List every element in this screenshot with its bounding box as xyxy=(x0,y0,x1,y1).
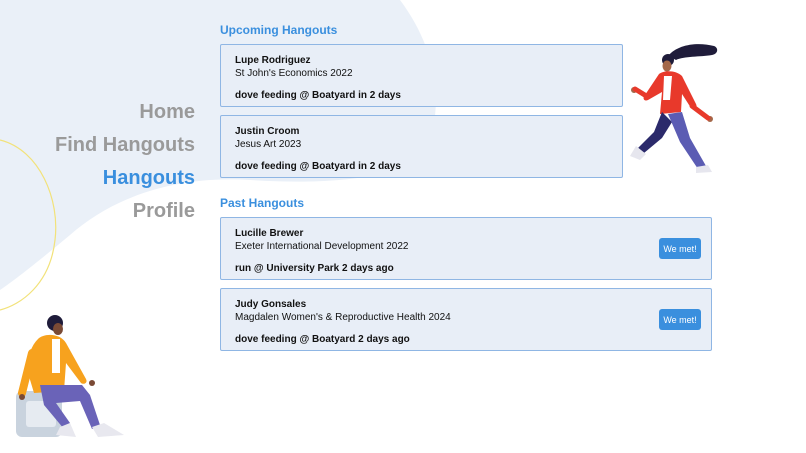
hangout-event: dove feeding @ Boatyard 2 days ago xyxy=(235,334,410,345)
hangout-person-name: Lucille Brewer xyxy=(235,228,304,239)
nav-item-profile[interactable]: Profile xyxy=(55,195,195,228)
hangout-person-course: Jesus Art 2023 xyxy=(235,139,302,150)
upcoming-hangouts-title: Upcoming Hangouts xyxy=(220,23,338,37)
running-person-illustration xyxy=(630,44,718,173)
hangout-card: Lucille Brewer Exeter International Deve… xyxy=(220,217,712,280)
we-met-button[interactable]: We met! xyxy=(659,309,701,330)
hangout-person-course: St John's Economics 2022 xyxy=(235,68,353,79)
hangout-person-course: Exeter International Development 2022 xyxy=(235,241,409,252)
hangout-person-name: Lupe Rodriguez xyxy=(235,55,311,66)
hangout-event: dove feeding @ Boatyard in 2 days xyxy=(235,161,401,172)
hangout-card[interactable]: Lupe Rodriguez St John's Economics 2022 … xyxy=(220,44,623,107)
hangout-event: run @ University Park 2 days ago xyxy=(235,263,394,274)
we-met-button[interactable]: We met! xyxy=(659,238,701,259)
nav-item-find-hangouts[interactable]: Find Hangouts xyxy=(55,129,195,162)
hangout-person-name: Justin Croom xyxy=(235,126,300,137)
hangout-person-name: Judy Gonsales xyxy=(235,299,307,310)
hangout-person-course: Magdalen Women's & Reproductive Health 2… xyxy=(235,312,451,323)
past-hangouts-title: Past Hangouts xyxy=(220,196,305,210)
side-nav: Home Find Hangouts Hangouts Profile xyxy=(55,96,195,228)
hangout-event: dove feeding @ Boatyard in 2 days xyxy=(235,90,401,101)
hangout-card: Judy Gonsales Magdalen Women's & Reprodu… xyxy=(220,288,712,351)
hangout-card[interactable]: Justin Croom Jesus Art 2023 dove feeding… xyxy=(220,115,623,178)
nav-item-home[interactable]: Home xyxy=(55,96,195,129)
nav-item-hangouts[interactable]: Hangouts xyxy=(55,162,195,195)
sitting-person-illustration xyxy=(16,315,124,437)
